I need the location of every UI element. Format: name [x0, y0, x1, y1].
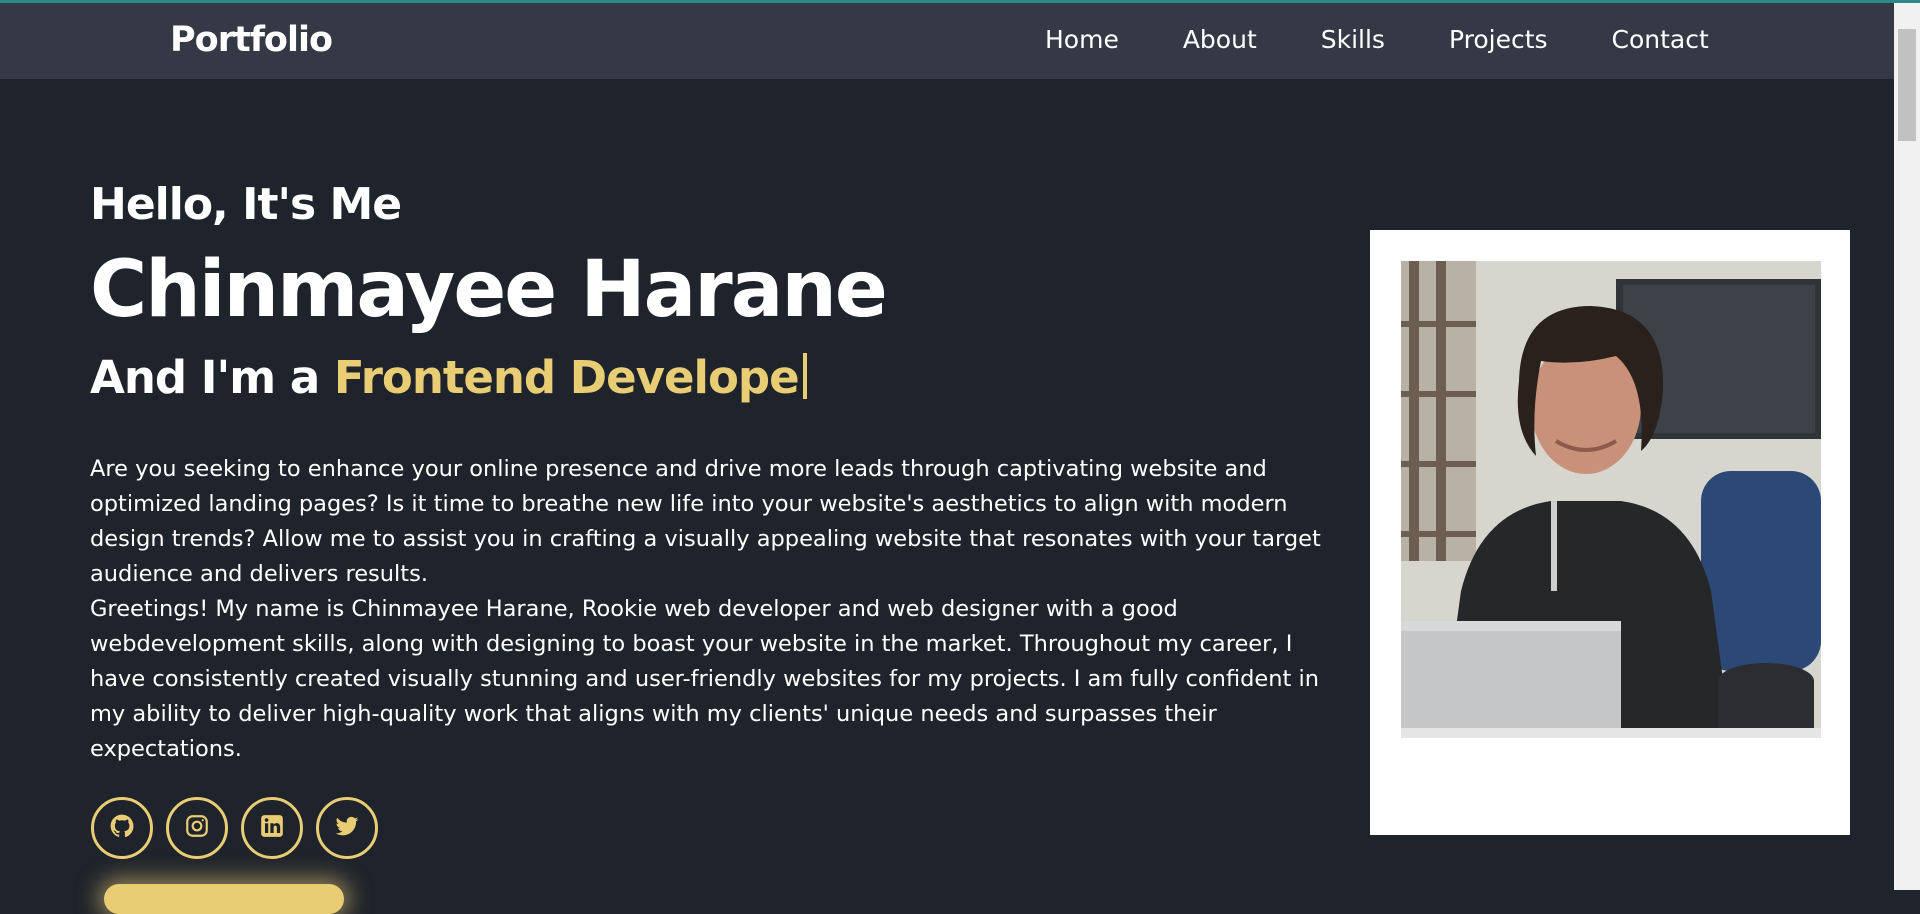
github-link[interactable] [91, 797, 153, 859]
main-nav: Home About Skills Projects Contact [1045, 25, 1709, 54]
brand-logo[interactable]: Portfolio [170, 20, 333, 60]
scrollbar-thumb[interactable] [1898, 29, 1916, 141]
bio-paragraph: Greetings! My name is Chinmayee Harane, … [90, 596, 1319, 762]
instagram-icon [184, 813, 210, 843]
social-links [91, 797, 391, 859]
profile-photo-frame [1370, 230, 1850, 835]
hero-name: Chinmayee Harane [90, 245, 888, 335]
nav-contact-link[interactable]: Contact [1612, 25, 1709, 54]
linkedin-link[interactable] [241, 797, 303, 859]
twitter-icon [334, 813, 360, 843]
nav-home-link[interactable]: Home [1045, 25, 1119, 54]
twitter-link[interactable] [316, 797, 378, 859]
github-icon [109, 813, 135, 843]
nav-projects-link[interactable]: Projects [1449, 25, 1548, 54]
instagram-link[interactable] [166, 797, 228, 859]
page-scrollbar[interactable] [1894, 3, 1920, 890]
cta-button-glow[interactable] [104, 884, 344, 914]
navbar: Portfolio Home About Skills Projects Con… [0, 3, 1894, 79]
hero-bio: Are you seeking to enhance your online p… [90, 452, 1340, 767]
typing-cursor [802, 353, 807, 399]
hero-role: And I'm a Frontend Develope [90, 348, 1340, 408]
role-typed-text: Frontend Develope [333, 351, 800, 404]
profile-photo [1401, 261, 1821, 738]
linkedin-icon [259, 813, 285, 843]
hero-greeting: Hello, It's Me [90, 179, 402, 230]
nav-skills-link[interactable]: Skills [1321, 25, 1385, 54]
nav-about-link[interactable]: About [1183, 25, 1257, 54]
role-prefix: And I'm a [90, 351, 334, 404]
bio-paragraph: Are you seeking to enhance your online p… [90, 456, 1321, 587]
hero-section: Hello, It's Me Chinmayee Harane And I'm … [90, 178, 1340, 408]
